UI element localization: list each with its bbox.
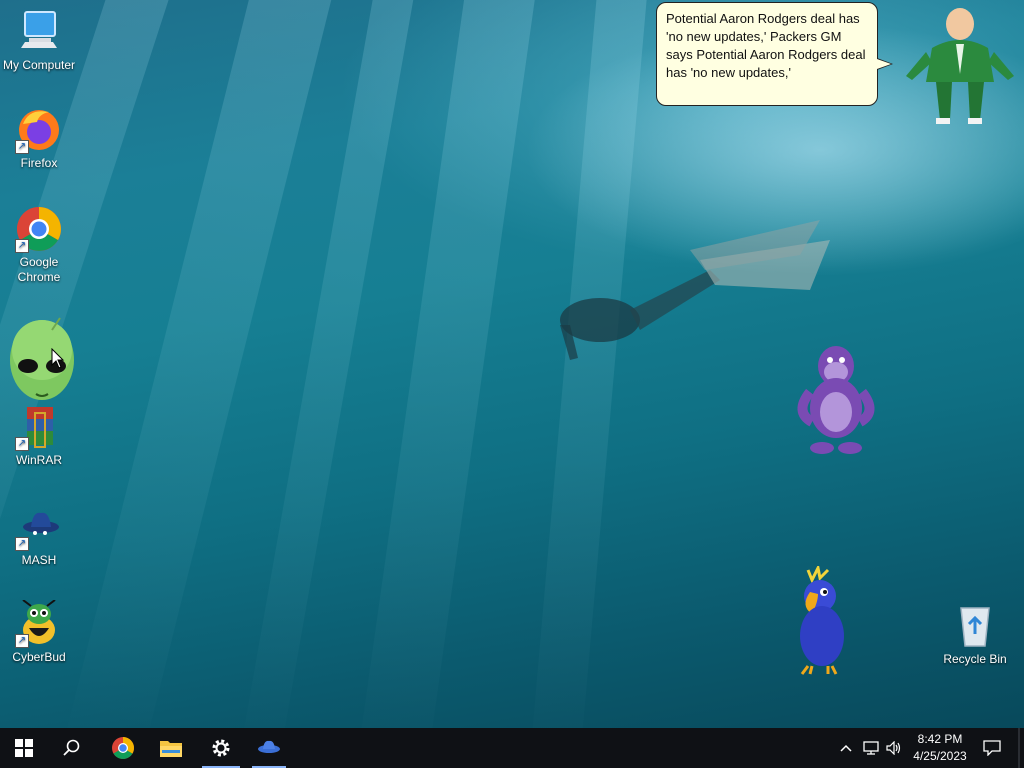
- recycle-bin-icon: [951, 602, 999, 650]
- start-button[interactable]: [0, 728, 48, 768]
- taskbar-clock[interactable]: 8:42 PM 4/25/2023: [906, 731, 974, 765]
- shortcut-arrow-icon: ↗: [15, 140, 29, 154]
- monitor-icon: [15, 8, 63, 56]
- taskbar-mash-button[interactable]: [248, 728, 290, 768]
- start-icon: [15, 739, 33, 757]
- purple-gorilla-character[interactable]: [794, 342, 878, 458]
- icon-label: My Computer: [2, 58, 76, 72]
- desktop-icon-recycle-bin[interactable]: Recycle Bin: [936, 602, 1014, 667]
- clock-time: 8:42 PM: [917, 732, 963, 746]
- action-center-button[interactable]: [978, 728, 1006, 768]
- show-desktop-button[interactable]: [1018, 728, 1020, 768]
- shortcut-arrow-icon: ↗: [15, 634, 29, 648]
- cyberbud-icon: ↗: [15, 599, 63, 648]
- desktop: My Computer ↗ Firefox ↗ Google Chrome ↗ …: [0, 0, 1024, 728]
- chrome-icon: [112, 737, 134, 759]
- icon-label: Recycle Bin: [943, 652, 1007, 666]
- firefox-icon: ↗: [15, 106, 63, 154]
- mash-icon: ↗: [15, 503, 63, 551]
- desktop-icon-cyberbud[interactable]: ↗ CyberBud: [0, 599, 78, 665]
- show-hidden-icons-button[interactable]: [836, 728, 856, 768]
- settings-icon: [212, 739, 230, 757]
- icon-label: CyberBud: [12, 650, 66, 664]
- taskbar-file-explorer-button[interactable]: [148, 728, 194, 768]
- notification-icon: [983, 740, 1001, 756]
- search-button[interactable]: [48, 728, 96, 768]
- icon-label: MASH: [21, 553, 57, 567]
- clock-date: 4/25/2023: [913, 749, 967, 763]
- desktop-icon-firefox[interactable]: ↗ Firefox: [0, 106, 78, 171]
- search-icon: [63, 739, 80, 756]
- desktop-icon-google-chrome[interactable]: ↗ Google Chrome: [0, 205, 78, 285]
- speech-bubble-text: Potential Aaron Rodgers deal has 'no new…: [666, 11, 866, 80]
- desktop-icon-my-computer[interactable]: My Computer: [0, 8, 78, 73]
- file-explorer-icon: [160, 741, 182, 757]
- alien-character[interactable]: [6, 310, 78, 420]
- icon-label-line1: Google: [19, 255, 59, 269]
- network-icon: [863, 741, 879, 755]
- taskbar-chrome-button[interactable]: [100, 728, 146, 768]
- taskbar: 8:42 PM 4/25/2023: [0, 728, 1024, 768]
- blue-parrot-character[interactable]: [788, 566, 854, 676]
- icon-label: Firefox: [20, 156, 58, 170]
- volume-button[interactable]: [884, 728, 904, 768]
- chevron-up-icon: [840, 744, 852, 752]
- taskbar-settings-button[interactable]: [198, 728, 244, 768]
- volume-icon: [886, 741, 901, 755]
- mash-icon: [258, 740, 280, 753]
- network-button[interactable]: [860, 728, 882, 768]
- icon-label: WinRAR: [15, 453, 62, 467]
- shortcut-arrow-icon: ↗: [15, 537, 29, 551]
- speech-bubble-tail-fill: [877, 59, 891, 69]
- shortcut-arrow-icon: ↗: [15, 437, 29, 451]
- chrome-icon: ↗: [15, 205, 63, 253]
- shortcut-arrow-icon: ↗: [15, 239, 29, 253]
- mouse-cursor: [51, 348, 65, 369]
- green-suit-man-character[interactable]: [902, 4, 1018, 128]
- desktop-icon-mash[interactable]: ↗ MASH: [0, 503, 78, 568]
- icon-label-line2: Chrome: [17, 270, 61, 284]
- speech-bubble: Potential Aaron Rodgers deal has 'no new…: [656, 2, 878, 106]
